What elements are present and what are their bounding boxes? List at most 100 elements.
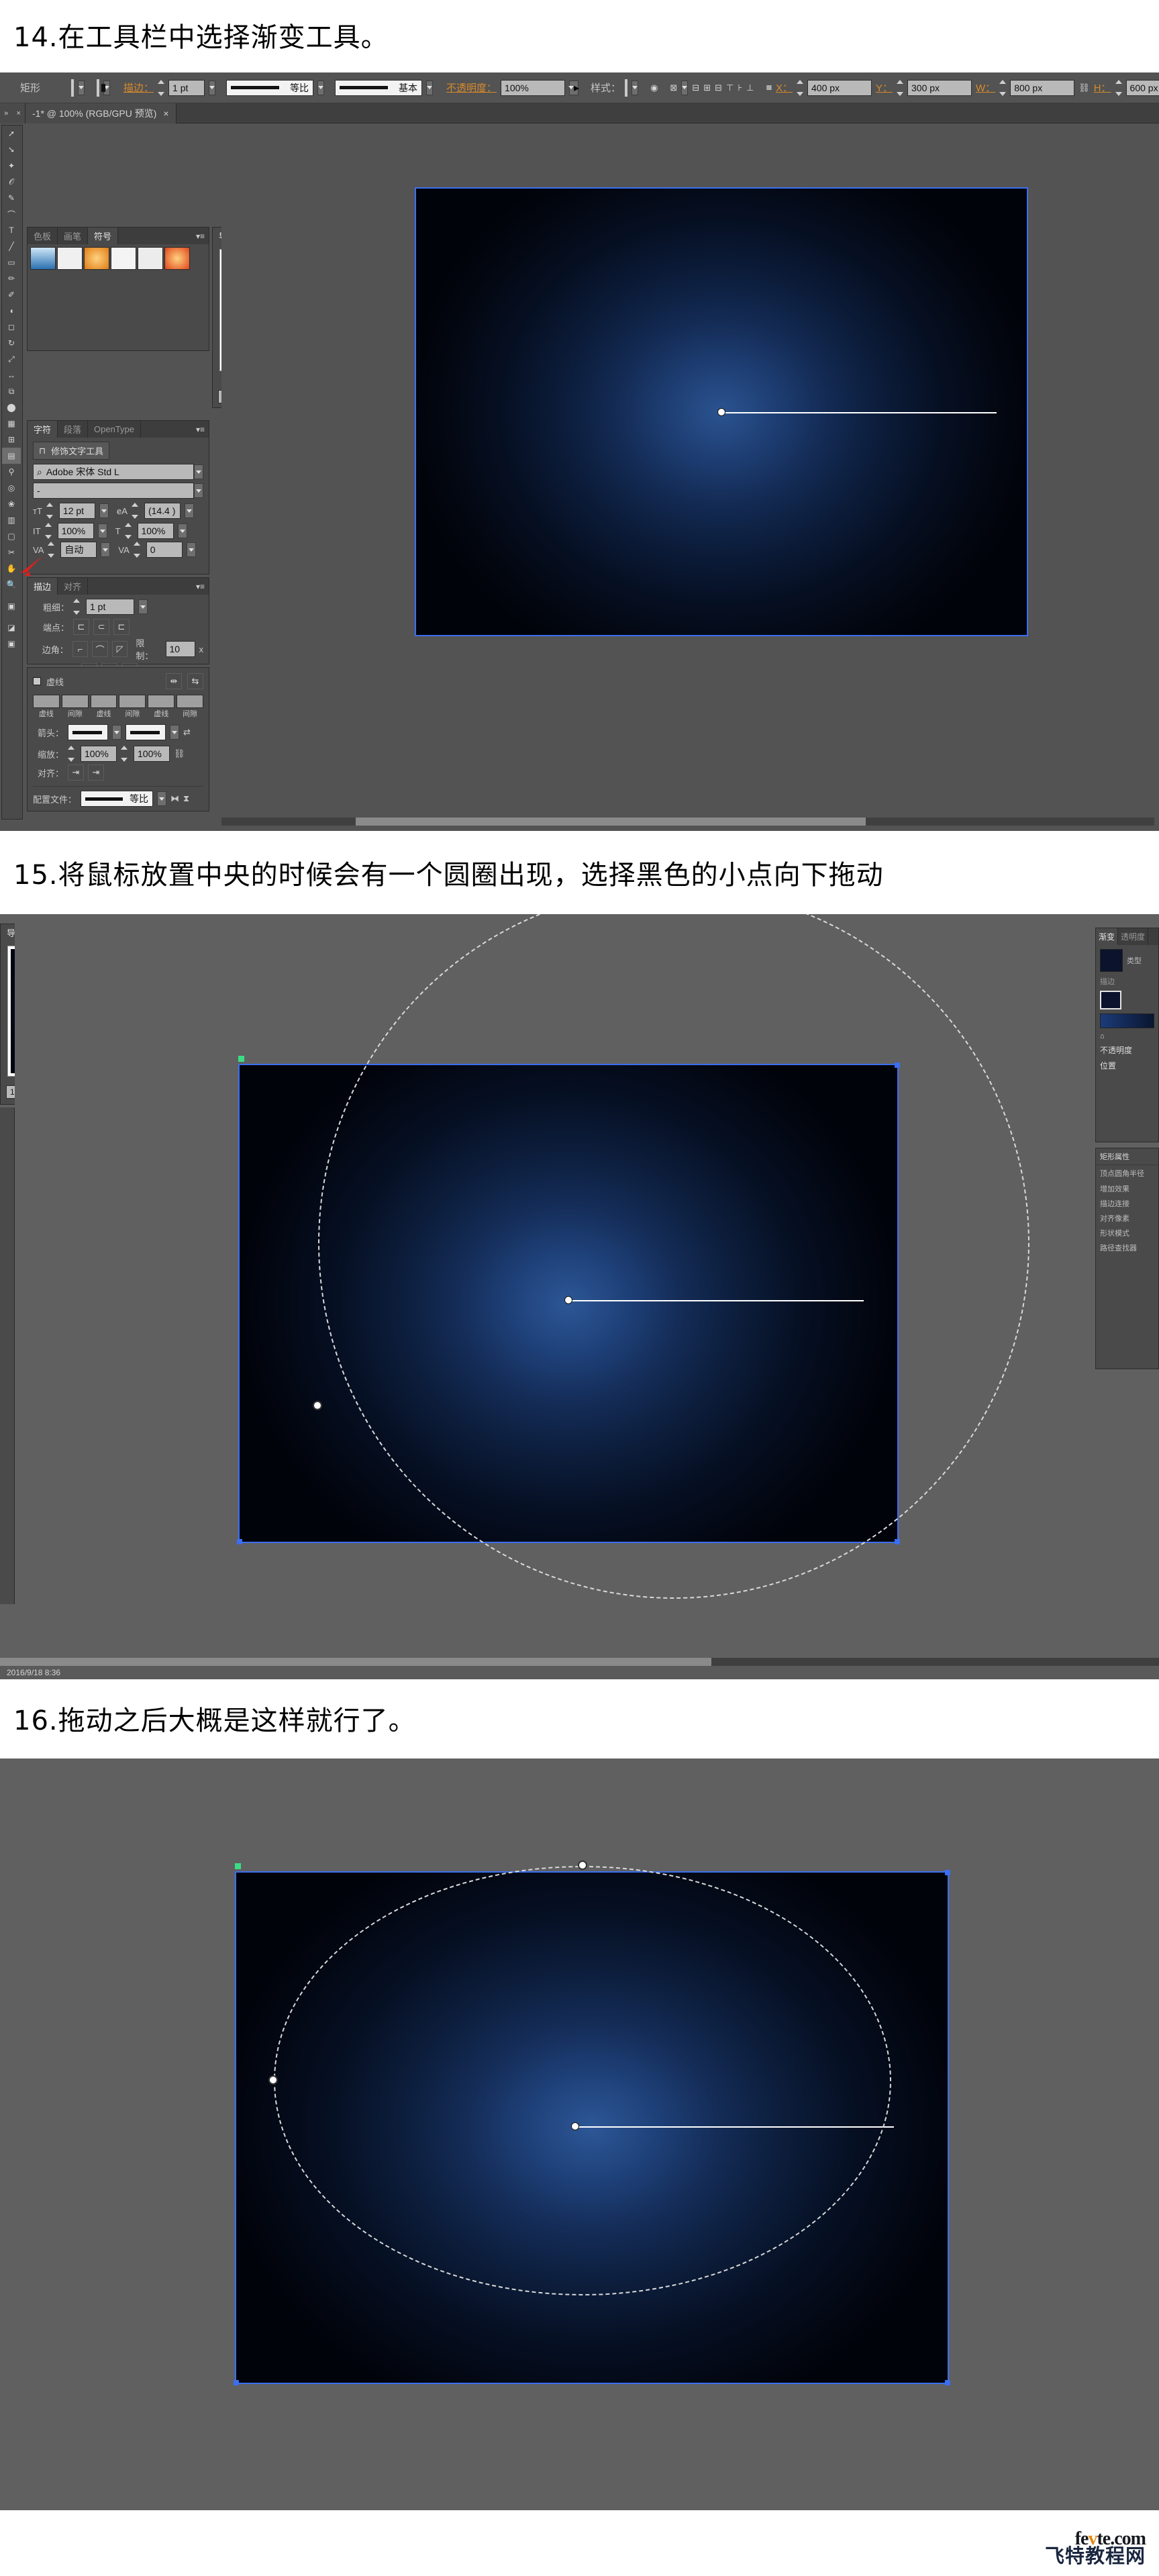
graphic-style-swatch[interactable]: [625, 79, 628, 97]
graphic-style-dropdown-icon[interactable]: [632, 80, 639, 95]
cap-butt-icon[interactable]: ⊏: [73, 619, 89, 635]
left-tool-strip-step15[interactable]: [0, 1107, 15, 1604]
shape-properties-panel-step15[interactable]: 矩形属性 顶点圆角半径 增加效果 描边连接 对齐像素 形状模式 路径查找器: [1095, 1148, 1159, 1369]
canvas-area-step14[interactable]: [221, 125, 1159, 826]
gradient-annotator-line[interactable]: [721, 412, 997, 413]
tab-symbols[interactable]: 符号: [88, 228, 119, 244]
column-graph-tool-icon[interactable]: ▥: [2, 512, 21, 528]
font-style-dropdown-icon[interactable]: [194, 483, 203, 498]
shape-prop-item[interactable]: 顶点圆角半径: [1096, 1165, 1158, 1181]
x-field[interactable]: 400 px: [807, 79, 872, 96]
tracking-field[interactable]: 0: [146, 542, 183, 558]
stroke-weight-row[interactable]: 粗细： 1 pt: [33, 599, 203, 615]
pen-tool-icon[interactable]: ✎: [2, 190, 21, 206]
leading-field[interactable]: (14.4 ): [144, 503, 181, 519]
symbols-panel[interactable]: 色板 画笔 符号 ▾≡: [27, 227, 209, 351]
anchor-blue-square-bl[interactable]: [237, 1539, 242, 1544]
zoom-tool-icon[interactable]: 🔍: [2, 577, 21, 593]
pencil-tool-icon[interactable]: ✐: [2, 287, 21, 303]
dash-field[interactable]: [148, 695, 175, 708]
h-stepper[interactable]: [1115, 79, 1122, 96]
font-style-row[interactable]: -: [33, 483, 203, 499]
vscale-field[interactable]: 100%: [57, 523, 94, 539]
lock-proportions-icon[interactable]: ⛓: [1078, 80, 1090, 96]
panel-collapse-controls[interactable]: » ×: [0, 103, 26, 123]
gradient-fill-proxy[interactable]: [1100, 991, 1121, 1009]
scale2-field[interactable]: 100%: [134, 746, 170, 762]
transform-dropdown-icon[interactable]: [681, 80, 689, 95]
font-style-field[interactable]: -: [33, 483, 194, 499]
panel-menu-icon[interactable]: ▾≡: [192, 228, 209, 244]
cap-square-icon[interactable]: ⊏: [113, 619, 130, 635]
transform-icon[interactable]: ⊠: [670, 80, 677, 96]
stroke-panel-tabs[interactable]: 描边 对齐 ▾≡: [28, 578, 209, 595]
close-icon[interactable]: ×: [163, 108, 168, 119]
shape-prop-item[interactable]: 增加效果: [1096, 1181, 1158, 1196]
symbol-item[interactable]: [164, 247, 190, 270]
swap-arrows-icon[interactable]: ⇄: [183, 727, 191, 738]
x-stepper[interactable]: [797, 79, 803, 96]
tracking-stepper[interactable]: [133, 542, 142, 558]
font-family-dropdown-icon[interactable]: [194, 464, 203, 479]
dash-field[interactable]: [33, 695, 60, 708]
type-tool-icon[interactable]: T: [2, 222, 21, 238]
fill-dropdown-icon[interactable]: [78, 80, 85, 95]
stroke-style-select[interactable]: 基本: [335, 79, 423, 96]
tab-gradient[interactable]: 渐变: [1096, 928, 1119, 945]
gap-field[interactable]: [61, 695, 89, 708]
rotate-tool-icon[interactable]: ↻: [2, 335, 21, 351]
vscale-dropdown-icon[interactable]: [97, 524, 107, 538]
font-size-leading-row[interactable]: ᴛT 12 pt ꬳA (14.4 ): [33, 503, 203, 519]
dashed-line-checkbox[interactable]: [33, 677, 41, 685]
symbol-item[interactable]: [84, 247, 109, 270]
link-scale-icon[interactable]: ⛓: [174, 748, 185, 759]
rectangle-tool-icon[interactable]: ▭: [2, 254, 21, 270]
arrow-align-end-icon[interactable]: ⇥: [88, 764, 104, 781]
flip-along-icon[interactable]: ⧓: [170, 793, 179, 804]
scale-row[interactable]: IT 100% T 100%: [33, 523, 203, 539]
screen-mode-icon[interactable]: ▣: [2, 636, 21, 652]
gradient-preview-swatch[interactable]: [1100, 949, 1123, 972]
dash-preserve-icon[interactable]: ⇹: [166, 673, 182, 689]
eraser-tool-icon[interactable]: ◻: [2, 319, 21, 335]
gap-field[interactable]: [119, 695, 146, 708]
tracking-dropdown-icon[interactable]: [186, 542, 196, 557]
anchor-blue-square-br-step16[interactable]: [945, 2380, 950, 2385]
canvas-area-step16[interactable]: [0, 1758, 1159, 2510]
align-center-h-icon[interactable]: ⊞: [703, 80, 711, 96]
lasso-tool-icon[interactable]: 𝒪: [2, 174, 21, 190]
leading-stepper[interactable]: [131, 503, 140, 519]
miter-limit-field[interactable]: 10: [165, 641, 195, 657]
symbols-panel-tabs[interactable]: 色板 画笔 符号 ▾≡: [28, 228, 209, 244]
shape-builder-tool-icon[interactable]: ⬤: [2, 399, 21, 415]
symbols-grid[interactable]: [28, 244, 209, 273]
arrow-align-tip-icon[interactable]: ⇥: [68, 764, 84, 781]
character-panel-tabs[interactable]: 字符 段落 OpenType ▾≡: [28, 421, 209, 438]
stroke-corner-row[interactable]: 边角： ⌐ ⌒ ◸ 限制： 10 x: [33, 636, 203, 662]
symbol-item[interactable]: [57, 247, 83, 270]
paintbrush-tool-icon[interactable]: ✏: [2, 270, 21, 287]
gradient-circle-annotator[interactable]: [318, 914, 1029, 1599]
document-tab[interactable]: -1* @ 100% (RGB/GPU 预览) ×: [26, 103, 177, 123]
gradient-radius-handle-top-step16[interactable]: [578, 1861, 587, 1870]
profile-row[interactable]: 配置文件： 等比 ⧓ ⧗: [33, 786, 203, 807]
recolor-artwork-icon[interactable]: ◉: [650, 80, 658, 96]
stroke-profile-select[interactable]: 等比: [226, 79, 314, 96]
anchor-blue-square-bl-step16[interactable]: [234, 2380, 239, 2385]
h-field[interactable]: 600 px: [1125, 79, 1159, 96]
font-size-field[interactable]: 12 pt: [58, 503, 95, 519]
y-field[interactable]: 300 px: [907, 79, 972, 96]
stroke-style-dropdown-icon[interactable]: [426, 80, 434, 95]
panel-close-icon[interactable]: ×: [16, 109, 20, 117]
free-transform-tool-icon[interactable]: ⧉: [2, 383, 21, 399]
arrow-end-dropdown-icon[interactable]: [170, 725, 179, 740]
gradient-preview-row[interactable]: 类型: [1096, 945, 1158, 976]
w-field[interactable]: 800 px: [1010, 79, 1075, 96]
y-stepper[interactable]: [897, 79, 904, 96]
dashed-line-row[interactable]: 虚线 ⇹ ⇆: [33, 673, 203, 689]
fill-stroke-proxy-icon[interactable]: ▣: [2, 593, 21, 620]
corner-miter-icon[interactable]: ⌐: [72, 641, 89, 657]
tab-swatches[interactable]: 色板: [28, 228, 58, 244]
kerning-dropdown-icon[interactable]: [101, 542, 111, 557]
tab-stroke[interactable]: 描边: [28, 578, 58, 595]
